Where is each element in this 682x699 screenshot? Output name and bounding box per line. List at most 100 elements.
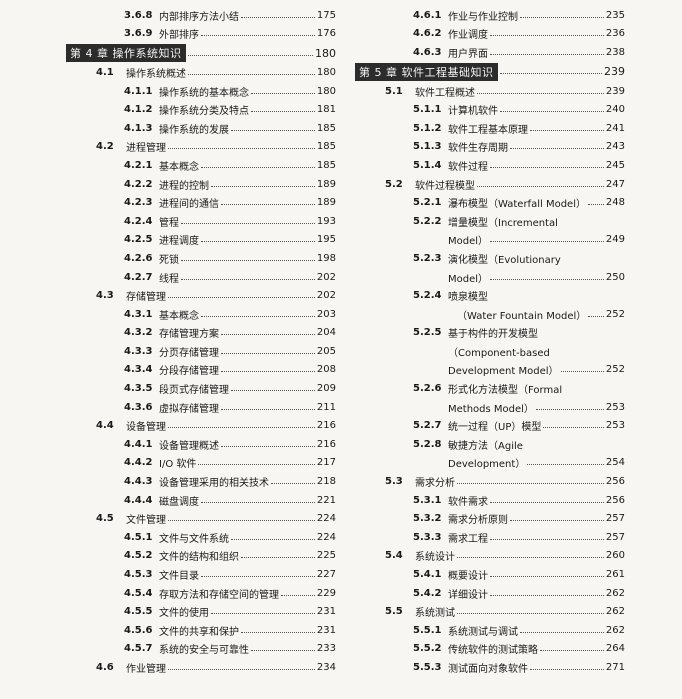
entry-number: 5.2.1 <box>413 197 442 209</box>
dot-leader <box>499 72 602 75</box>
entry-title: 作业与作业控制 <box>448 11 518 23</box>
entry-number: 4.2.5 <box>124 234 153 246</box>
entry-number: 5.2.7 <box>413 420 442 432</box>
entry-title: 测试面向对象软件 <box>448 663 528 675</box>
entry-title: 软件工程概述 <box>415 87 475 99</box>
entry-title: 文件与文件系统 <box>159 533 229 545</box>
entry-title: 存储管理方案 <box>159 329 219 341</box>
dot-leader <box>221 333 315 336</box>
entry-number: 5.1.2 <box>413 122 442 134</box>
subsection-entry: 4.1.1 操作系统的基本概念 180 <box>66 82 336 101</box>
subsection-entry: 5.2.1 瀑布模型（Waterfall Model） 248 <box>355 193 625 212</box>
page-number: 254 <box>605 457 625 469</box>
page-number: 227 <box>316 569 336 581</box>
subsection-entry: 4.5.5 文件的使用 231 <box>66 602 336 621</box>
page-number: 229 <box>316 587 336 599</box>
entry-number: 4.3.5 <box>124 383 153 395</box>
dot-leader <box>510 147 604 150</box>
entry-number: 4.2.1 <box>124 159 153 171</box>
page-number: 208 <box>316 364 336 376</box>
entry-title: 文件的结构和组织 <box>159 552 239 564</box>
dot-leader <box>490 538 604 540</box>
subsection-entry: Development Model） 252 <box>355 361 625 380</box>
page-number: 253 <box>605 420 625 432</box>
subsection-entry: 4.2.6 死锁 198 <box>66 249 336 268</box>
subsection-entry: 4.3.1 基本概念 203 <box>66 305 336 324</box>
page-number: 256 <box>605 494 625 506</box>
dot-leader <box>211 185 315 187</box>
page-number: 189 <box>316 178 336 190</box>
entry-number: 4.3.1 <box>124 308 153 320</box>
entry-title: Model） <box>448 273 489 285</box>
subsection-entry: 4.2.5 进程调度 195 <box>66 231 336 250</box>
subsection-entry: 4.4.1 设备管理概述 216 <box>66 435 336 454</box>
entry-title: 瀑布模型（Waterfall Model） <box>448 199 586 211</box>
entry-title: 文件管理 <box>126 515 166 527</box>
entry-title: 系统测试 <box>415 608 455 620</box>
page-number: 252 <box>605 364 625 376</box>
entry-title: 软件过程 <box>448 161 488 173</box>
dot-leader <box>221 445 315 447</box>
section-entry: 4.5 文件管理 224 <box>66 509 336 528</box>
page-number: 217 <box>316 457 336 469</box>
dot-leader <box>560 370 604 373</box>
entry-number: 4.6.3 <box>413 46 442 58</box>
dot-leader <box>188 73 315 75</box>
page-number: 209 <box>316 383 336 395</box>
dot-leader <box>221 408 315 410</box>
entry-number: 4.1.1 <box>124 85 153 97</box>
page-number: 198 <box>316 252 336 264</box>
subsection-entry: 5.1.3 软件生存周期 243 <box>355 138 625 157</box>
toc-page: 3.6.8 内部排序方法小结 175 3.6.9 外部排序 176 第 4 章 操作系统知识… <box>0 0 682 699</box>
subsection-entry: 4.2.1 基本概念 185 <box>66 156 336 175</box>
subsection-entry: Methods Model） 253 <box>355 398 625 417</box>
page-number: 249 <box>605 234 625 246</box>
subsection-entry: 5.2.6 形式化方法模型（Formal <box>355 379 625 398</box>
page-number: 216 <box>316 420 336 432</box>
entry-title: 软件过程模型 <box>415 180 475 192</box>
entry-number: 4.1.2 <box>124 104 153 116</box>
entry-title: 设备管理 <box>126 422 166 434</box>
subsection-entry: 4.1.3 操作系统的发展 185 <box>66 119 336 138</box>
page-number: 262 <box>605 624 625 636</box>
page-number: 252 <box>605 308 625 320</box>
dot-leader <box>540 649 604 652</box>
dot-leader <box>211 612 315 615</box>
subsection-entry: Model） 250 <box>355 268 625 287</box>
entry-number: 4.5.2 <box>124 550 153 562</box>
entry-title: 文件的使用 <box>159 608 209 620</box>
dot-leader <box>241 556 315 559</box>
subsection-entry: 3.6.8 内部排序方法小结 175 <box>66 6 336 25</box>
page-number: 204 <box>316 327 336 339</box>
entry-title: 内部排序方法小结 <box>159 11 239 23</box>
dot-leader <box>201 315 315 317</box>
subsection-entry: 4.6.3 用户界面 238 <box>355 43 625 62</box>
section-entry: 4.4 设备管理 216 <box>66 416 336 435</box>
chapter-heading: 第 4 章 操作系统知识 180 <box>66 43 336 63</box>
page-number: 234 <box>316 661 336 673</box>
page-number: 238 <box>605 46 625 58</box>
page-number: 257 <box>605 531 625 543</box>
entry-title: 作业管理 <box>126 663 166 675</box>
page-number: 233 <box>316 643 336 655</box>
dot-leader <box>457 556 604 559</box>
page-number: 248 <box>605 197 625 209</box>
subsection-entry: 4.6.2 作业调度 236 <box>355 25 625 44</box>
page-number: 250 <box>605 271 625 283</box>
entry-title: 喷泉模型 <box>448 292 488 304</box>
dot-leader <box>231 129 315 131</box>
entry-title: Methods Model） <box>448 403 534 415</box>
page-number: 247 <box>605 178 625 190</box>
dot-leader <box>221 203 315 206</box>
subsection-entry: 4.5.2 文件的结构和组织 225 <box>66 547 336 566</box>
page-number: 216 <box>316 438 336 450</box>
subsection-entry: 5.5.1 系统测试与调试 262 <box>355 621 625 640</box>
entry-title: 文件的共享和保护 <box>159 626 239 638</box>
page-number: 239 <box>604 65 625 79</box>
entry-title: 软件工程基本原理 <box>448 124 528 136</box>
dot-leader <box>231 538 315 540</box>
subsection-entry: 5.2.2 增量模型（Incremental <box>355 212 625 231</box>
dot-leader <box>587 203 604 206</box>
entry-number: 5.1.1 <box>413 104 442 116</box>
entry-number: 5.5.3 <box>413 661 442 673</box>
